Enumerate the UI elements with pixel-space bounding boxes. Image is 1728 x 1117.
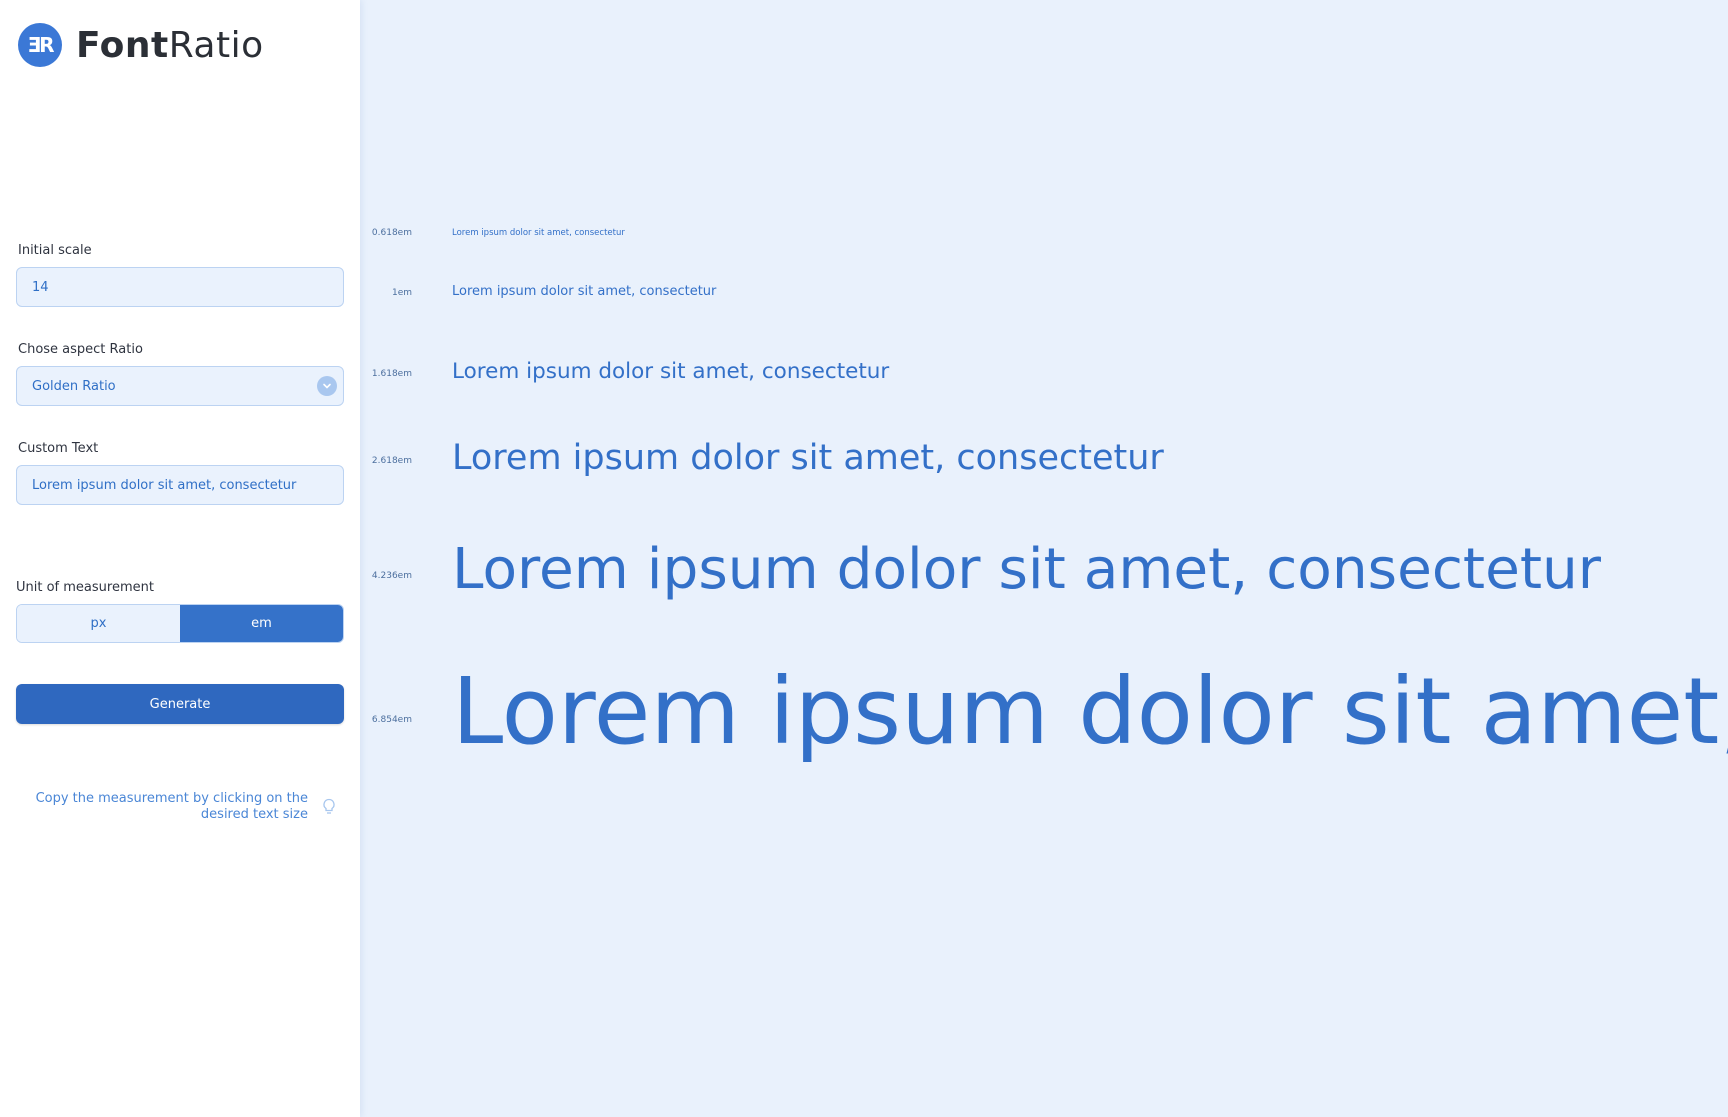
preview-text[interactable]: Lorem ipsum dolor sit amet, consectetur — [452, 285, 716, 298]
size-label[interactable]: 1em — [360, 288, 412, 298]
custom-text-input[interactable]: Lorem ipsum dolor sit amet, consectetur — [16, 465, 344, 505]
tip-text: Copy the measurement by clicking on the … — [35, 791, 308, 822]
logo[interactable]: ƎR FontRatio — [18, 23, 264, 67]
unit-toggle: px em — [16, 604, 344, 643]
app-name-bold: Font — [76, 24, 169, 66]
aspect-ratio-select[interactable]: Golden Ratio — [16, 366, 344, 406]
unit-option-px[interactable]: px — [17, 605, 180, 642]
preview-text[interactable]: Lorem ipsum dolor sit amet, consectetur — [452, 361, 889, 383]
preview-text[interactable]: Lorem ipsum dolor sit amet, — [452, 666, 1728, 758]
sidebar: ƎR FontRatio Initial scale 14 Chose aspe… — [0, 0, 360, 1117]
aspect-ratio-label: Chose aspect Ratio — [18, 342, 143, 357]
preview-text[interactable]: Lorem ipsum dolor sit amet, consectetur — [452, 541, 1601, 599]
preview-area: 0.618em Lorem ipsum dolor sit amet, cons… — [360, 0, 1728, 1117]
unit-label: Unit of measurement — [16, 580, 154, 595]
app-name: FontRatio — [76, 25, 264, 66]
preview-text[interactable]: Lorem ipsum dolor sit amet, consectetur — [452, 441, 1164, 476]
initial-scale-input[interactable]: 14 — [16, 267, 344, 307]
size-label[interactable]: 4.236em — [360, 571, 412, 581]
size-label[interactable]: 6.854em — [360, 715, 412, 725]
size-label[interactable]: 0.618em — [360, 228, 412, 238]
unit-option-em[interactable]: em — [180, 605, 343, 642]
app-name-light: Ratio — [168, 24, 264, 66]
size-label[interactable]: 1.618em — [360, 369, 412, 379]
aspect-ratio-value: Golden Ratio — [32, 378, 116, 394]
chevron-down-icon[interactable] — [317, 376, 337, 396]
initial-scale-label: Initial scale — [18, 243, 92, 258]
custom-text-label: Custom Text — [18, 441, 99, 456]
size-label[interactable]: 2.618em — [360, 456, 412, 466]
generate-button[interactable]: Generate — [16, 684, 344, 724]
preview-text[interactable]: Lorem ipsum dolor sit amet, consectetur — [452, 229, 625, 238]
logo-mark-icon: ƎR — [18, 23, 62, 67]
lightbulb-icon — [322, 798, 336, 820]
